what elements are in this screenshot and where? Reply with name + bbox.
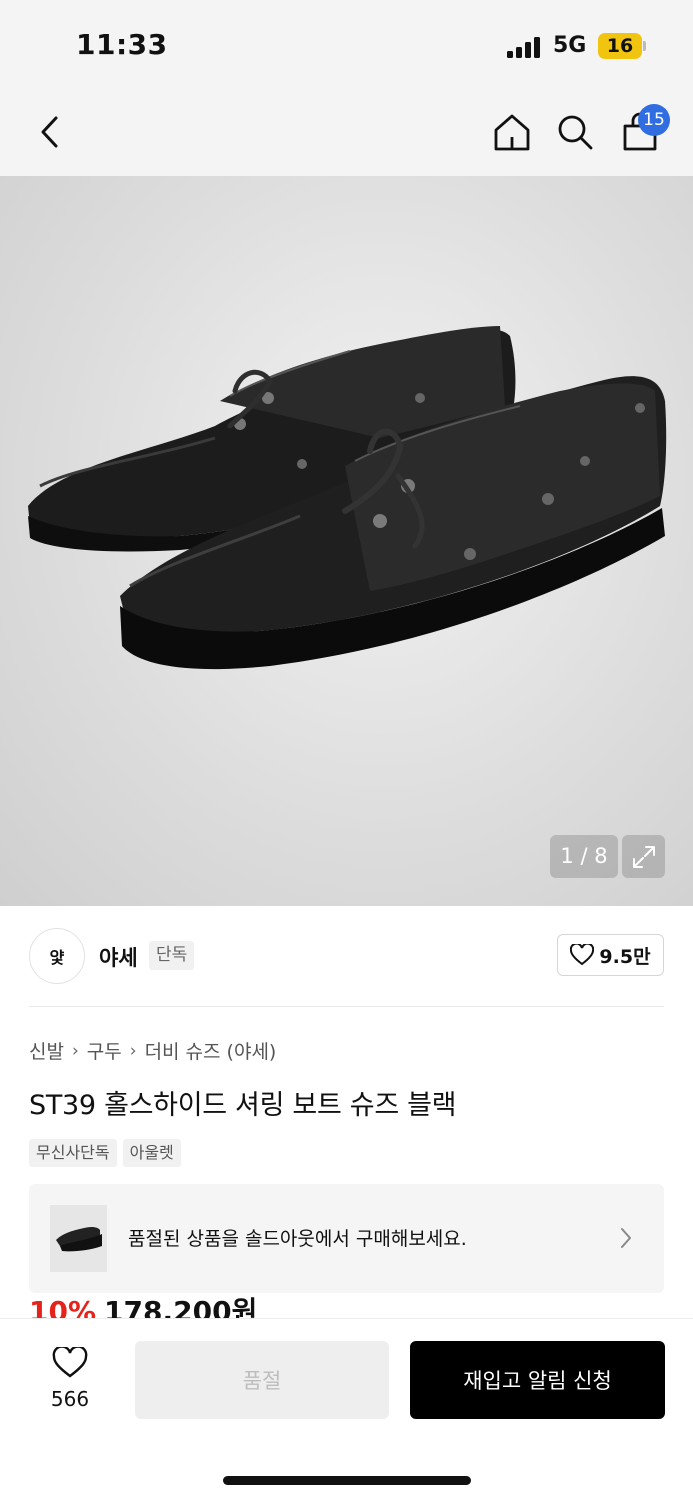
battery-tip xyxy=(643,41,646,51)
price-row: 10% 178,200원 xyxy=(29,1294,429,1318)
chevron-left-icon xyxy=(41,116,58,148)
battery-icon: 16 xyxy=(598,33,642,59)
home-icon xyxy=(494,114,530,151)
network-type: 5G xyxy=(553,33,587,58)
brand-like-count: 9.5만 xyxy=(599,945,651,968)
brand-name[interactable]: 야세 xyxy=(99,942,138,972)
wish-count: 566 xyxy=(50,1387,90,1411)
breadcrumb-item[interactable]: 신발 xyxy=(29,1037,64,1064)
chevron-right-icon: › xyxy=(71,1040,79,1061)
expand-icon xyxy=(632,845,655,868)
brand-like-button[interactable]: 9.5만 xyxy=(557,934,664,976)
chevron-right-icon: › xyxy=(129,1040,137,1061)
product-tag: 아울렛 xyxy=(122,1139,181,1167)
image-counter: 1 / 8 xyxy=(550,835,618,878)
signal-icon xyxy=(507,36,543,58)
discount-rate: 10% xyxy=(29,1295,97,1318)
cart-count-badge: 15 xyxy=(638,104,670,136)
top-nav xyxy=(0,90,693,176)
product-title: ST39 홀스하이드 셔링 보트 슈즈 블랙 xyxy=(29,1090,457,1121)
breadcrumb-item[interactable]: 구두 xyxy=(87,1037,122,1064)
chevron-right-icon xyxy=(621,1228,631,1248)
breadcrumb: 신발 › 구두 › 더비 슈즈 (야세) xyxy=(29,1037,276,1064)
expand-image-button[interactable] xyxy=(622,835,665,878)
soldout-button[interactable]: 품절 xyxy=(135,1341,389,1419)
product-tag: 무신사단독 xyxy=(29,1139,117,1167)
search-button[interactable] xyxy=(551,108,599,156)
search-icon xyxy=(558,115,593,150)
product-tags: 무신사단독 아울렛 xyxy=(29,1139,181,1167)
product-image[interactable] xyxy=(0,176,693,906)
status-bar: 11:33 5G 16 xyxy=(0,0,693,90)
shoe-thumbnail-icon xyxy=(55,1226,102,1251)
soldout-banner-text: 품절된 상품을 솔드아웃에서 구매해보세요. xyxy=(128,1228,467,1250)
home-indicator[interactable] xyxy=(223,1476,471,1485)
wish-button[interactable]: 566 xyxy=(40,1345,100,1411)
status-time: 11:33 xyxy=(76,28,168,61)
bottom-action-bar: 566 품절 재입고 알림 신청 xyxy=(0,1318,693,1500)
home-button[interactable] xyxy=(488,108,536,156)
sale-price: 178,200원 xyxy=(104,1295,258,1318)
banner-thumbnail xyxy=(50,1205,107,1272)
divider xyxy=(29,1006,664,1007)
soldout-banner[interactable]: 품절된 상품을 솔드아웃에서 구매해보세요. xyxy=(29,1184,664,1293)
brand-exclusive-tag: 단독 xyxy=(149,941,195,970)
brand-row: 얓 야세 단독 9.5만 xyxy=(0,906,693,1006)
shoe-illustration xyxy=(28,326,667,670)
back-button[interactable] xyxy=(26,108,74,156)
heart-icon xyxy=(52,1345,88,1378)
restock-alert-button[interactable]: 재입고 알림 신청 xyxy=(410,1341,665,1419)
breadcrumb-item[interactable]: 더비 슈즈 (야세) xyxy=(145,1037,277,1064)
brand-logo[interactable]: 얓 xyxy=(29,928,85,984)
heart-icon xyxy=(570,944,595,966)
